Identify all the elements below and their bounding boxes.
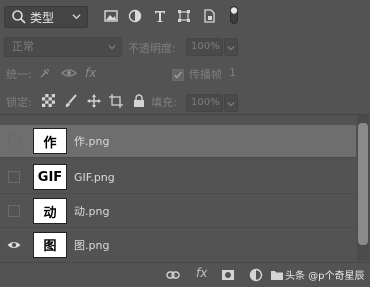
layer-row[interactable]: 作 作.png xyxy=(0,125,356,158)
fill-label: 填充: xyxy=(151,96,177,109)
layer-thumbnail: GIF xyxy=(33,164,67,190)
layer-thumbnail: 图 xyxy=(33,231,67,258)
layers-list: 作 作.png GIF GIF.png 动 动.png 图 图.png xyxy=(0,115,356,261)
propagate-frame-value: 1 xyxy=(229,66,236,79)
layer-name[interactable]: 作.png xyxy=(74,133,109,149)
lock-image-pixels-icon[interactable] xyxy=(64,94,78,108)
chevron-down-icon xyxy=(72,14,81,20)
layer-filter-dropdown[interactable]: 类型 xyxy=(4,6,88,28)
layers-scrollbar-thumb[interactable] xyxy=(358,123,368,245)
shape-filter-icon[interactable] xyxy=(177,9,191,23)
visibility-toggle[interactable] xyxy=(8,171,20,183)
chevron-down-icon xyxy=(227,101,235,107)
chevron-down-icon xyxy=(227,45,235,51)
layer-thumbnail: 作 xyxy=(33,128,67,154)
chevron-down-icon xyxy=(108,44,116,50)
layer-name[interactable]: 动.png xyxy=(74,203,109,219)
lock-artboard-icon[interactable] xyxy=(109,94,123,108)
visibility-toggle[interactable] xyxy=(8,135,20,147)
unify-visibility-icon[interactable] xyxy=(61,66,77,80)
adjustment-filter-icon[interactable] xyxy=(128,9,142,23)
opacity-dropdown[interactable] xyxy=(224,38,238,56)
fx-icon[interactable]: fx xyxy=(196,266,207,280)
layer-thumbnail: 动 xyxy=(33,198,67,224)
lock-label: 锁定: xyxy=(6,96,32,109)
layer-row[interactable]: GIF GIF.png xyxy=(0,161,356,194)
filter-type-label: 类型 xyxy=(30,10,55,25)
layer-row[interactable]: 动 动.png xyxy=(0,195,356,228)
opacity-label: 不透明度: xyxy=(128,42,176,55)
layer-name[interactable]: GIF.png xyxy=(74,171,115,184)
unify-position-icon[interactable] xyxy=(38,66,52,80)
mask-icon[interactable] xyxy=(221,268,235,282)
image-filter-icon[interactable] xyxy=(104,9,118,23)
watermark-text: 头条 @p个奇星辰 xyxy=(285,271,365,282)
visibility-toggle[interactable] xyxy=(8,205,20,217)
propagate-frame-label: 传播帧 xyxy=(189,68,222,81)
lock-position-icon[interactable] xyxy=(87,94,101,108)
link-icon[interactable] xyxy=(166,268,180,282)
lock-transparent-pixels-icon[interactable] xyxy=(42,94,55,107)
type-filter-icon[interactable] xyxy=(153,9,167,23)
smart-object-filter-icon[interactable] xyxy=(202,9,216,23)
unify-style-icon[interactable]: fx xyxy=(85,66,96,80)
fill-dropdown[interactable] xyxy=(224,94,238,112)
unify-label: 统一: xyxy=(6,68,32,81)
group-icon[interactable] xyxy=(270,268,284,282)
lock-all-icon[interactable] xyxy=(133,94,145,108)
fill-input[interactable]: 100% xyxy=(186,94,223,112)
layer-name[interactable]: 图.png xyxy=(74,237,109,253)
propagate-frame-checkbox[interactable] xyxy=(172,69,184,81)
search-icon xyxy=(12,10,26,24)
eye-icon[interactable] xyxy=(7,240,21,250)
blend-mode-value: 正常 xyxy=(12,40,34,53)
blend-mode-dropdown[interactable]: 正常 xyxy=(4,37,122,57)
layer-row[interactable]: 图 图.png xyxy=(0,228,356,261)
opacity-input[interactable]: 100% xyxy=(186,38,223,56)
adjustment-layer-icon[interactable] xyxy=(249,268,263,282)
filter-toggle-switch[interactable] xyxy=(230,6,238,24)
